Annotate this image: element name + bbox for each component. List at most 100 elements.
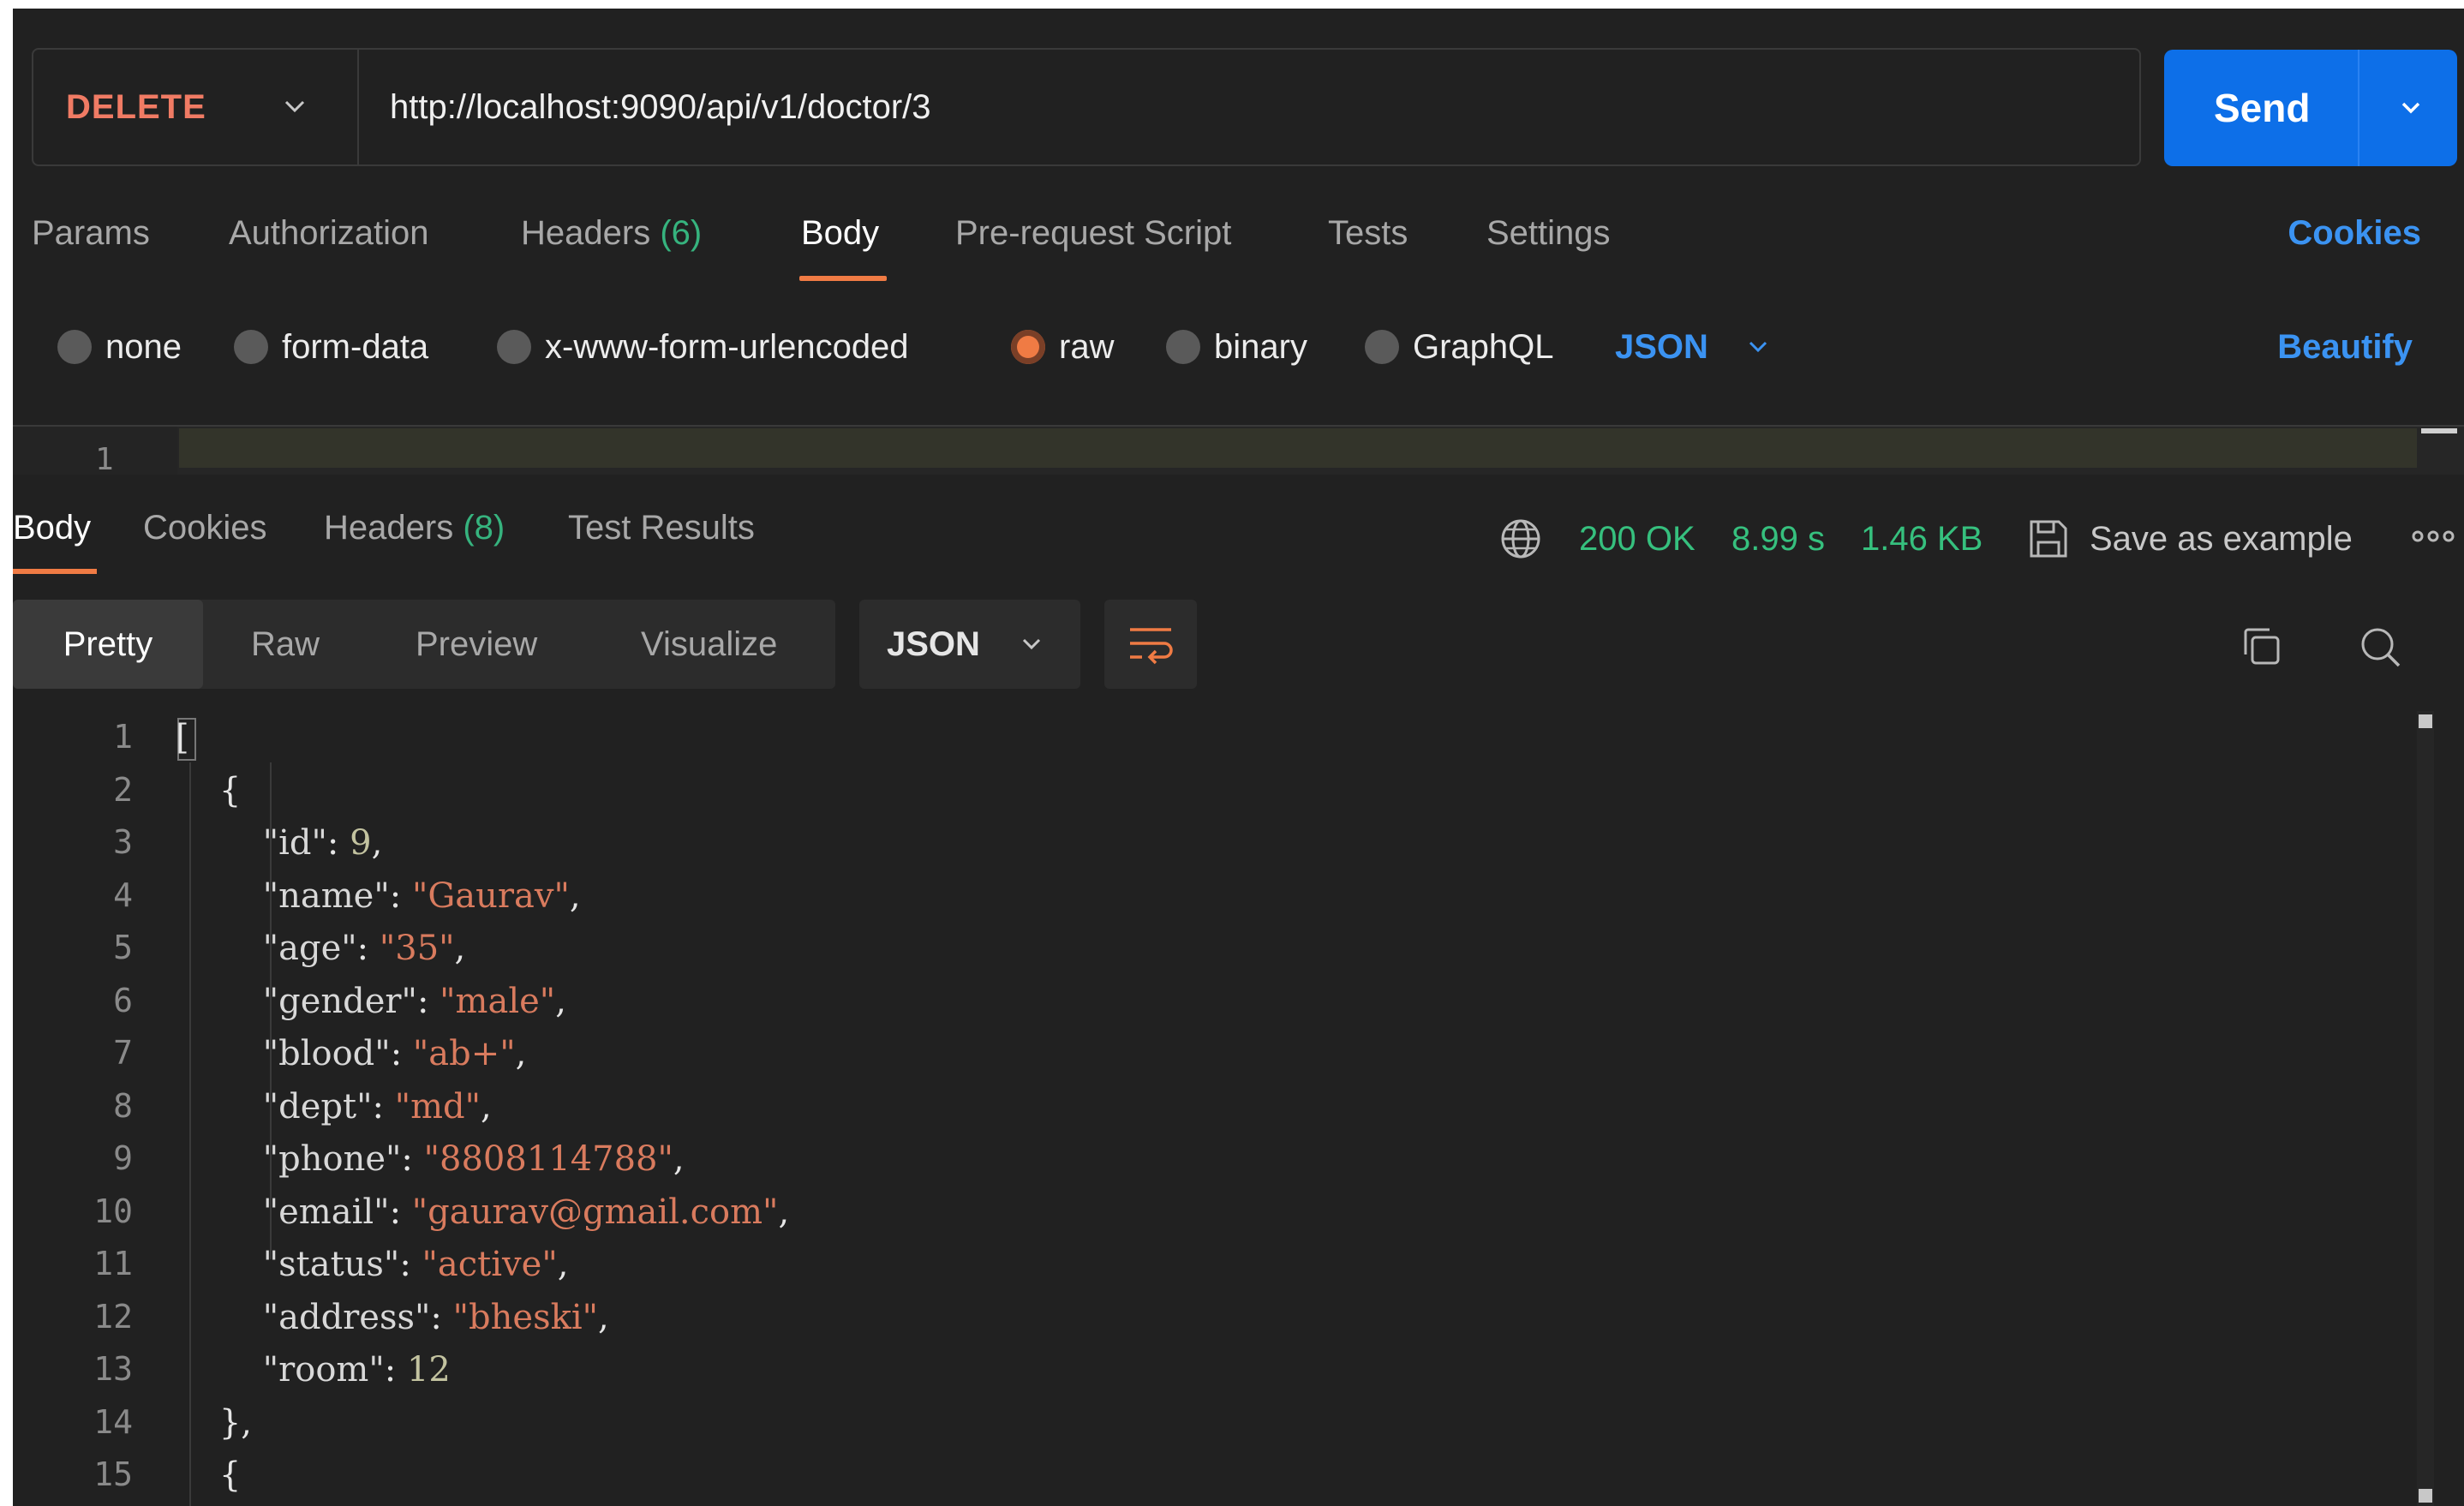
url-input[interactable]: http://localhost:9090/api/v1/doctor/3 [390, 50, 931, 164]
status-badge[interactable]: 200 OK [1579, 509, 1695, 569]
code-token: "age" [262, 929, 357, 968]
resp-headers-count: (8) [463, 509, 505, 547]
view-tab-raw[interactable]: Raw [251, 600, 320, 689]
resp-tab-cookies[interactable]: Cookies [143, 509, 267, 547]
code-token: : [372, 1086, 395, 1127]
code-token: }, [176, 1402, 253, 1443]
radio-binary[interactable]: binary [1166, 317, 1307, 377]
code-token: "phone" [262, 1139, 402, 1179]
tab-headers[interactable]: Headers (6) [521, 214, 702, 253]
code-token: "male" [440, 981, 556, 1021]
code-text: { [176, 771, 241, 810]
scroll-up-marker [2419, 714, 2432, 728]
radio-label: form-data [282, 327, 429, 366]
code-token: "dept" [262, 1086, 373, 1127]
more-options-icon[interactable] [2409, 519, 2457, 553]
active-tab-indicator [799, 276, 887, 281]
save-as-example-button[interactable]: Save as example [2026, 509, 2353, 569]
radio-urlencoded[interactable]: x-www-form-urlencoded [497, 317, 909, 377]
search-icon[interactable] [2357, 624, 2403, 670]
line-number: 10 [93, 1192, 133, 1230]
code-line: 14 }, [13, 1403, 2403, 1455]
line-number: 9 [113, 1139, 133, 1177]
resp-tab-test-results[interactable]: Test Results [568, 509, 755, 547]
response-time[interactable]: 8.99 s [1731, 509, 1825, 569]
code-token: "name" [262, 876, 390, 916]
tab-tests[interactable]: Tests [1328, 214, 1408, 253]
radio-raw[interactable]: raw [1011, 317, 1114, 377]
request-body-editor[interactable]: 1 [13, 425, 2464, 477]
response-view-tabs: Pretty Raw Preview Visualize [13, 600, 835, 689]
code-token: "35" [379, 929, 455, 968]
code-token: , [371, 823, 383, 863]
radio-label: none [105, 327, 182, 366]
code-token: : [416, 981, 440, 1021]
line-number: 1 [95, 442, 114, 477]
code-line: 8 "dept": "md", [13, 1087, 2403, 1139]
code-token: , [673, 1139, 685, 1179]
resp-tab-body[interactable]: Body [13, 509, 91, 547]
view-tab-preview[interactable]: Preview [416, 600, 537, 689]
response-scrollbar[interactable] [2417, 711, 2434, 1506]
radio-label: x-www-form-urlencoded [545, 327, 909, 366]
code-token: "active" [422, 1245, 558, 1284]
chevron-down-icon[interactable] [2394, 91, 2428, 125]
code-token: : [356, 929, 380, 968]
editor-scrollbar[interactable] [2421, 428, 2457, 433]
code-line: 13 "room": 12 [13, 1350, 2403, 1402]
active-line[interactable] [179, 428, 2417, 468]
body-type-radios: none form-data x-www-form-urlencoded raw… [13, 317, 2464, 377]
code-token: 9 [350, 823, 372, 863]
wrap-lines-button[interactable] [1104, 600, 1197, 689]
cookies-link[interactable]: Cookies [2288, 214, 2421, 253]
view-tab-pretty[interactable]: Pretty [13, 600, 203, 689]
code-token: "room" [262, 1350, 385, 1389]
beautify-link[interactable]: Beautify [2277, 317, 2413, 377]
radio-form-data[interactable]: form-data [234, 317, 428, 377]
code-token: "status" [262, 1245, 400, 1284]
code-line: 1[ [13, 718, 2403, 770]
code-text: "id": 9, [176, 823, 383, 863]
send-divider [2358, 50, 2359, 166]
code-text: "status": "active", [176, 1245, 569, 1284]
globe-icon-wrap[interactable] [1499, 509, 1542, 569]
tab-authorization[interactable]: Authorization [229, 214, 428, 253]
code-text: "age": "35", [176, 929, 466, 968]
code-token: "gender" [262, 981, 417, 1021]
tab-prerequest-script[interactable]: Pre-request Script [955, 214, 1231, 253]
code-line: 11 "status": "active", [13, 1245, 2403, 1297]
code-token: "gaurav@gmail.com" [411, 1192, 779, 1232]
code-line: 5 "age": "35", [13, 929, 2403, 981]
line-number: 1 [113, 718, 133, 756]
send-button[interactable]: Send [2164, 50, 2457, 166]
language-select[interactable]: JSON [1615, 317, 1773, 377]
view-tab-visualize[interactable]: Visualize [641, 600, 777, 689]
code-text: "phone": "8808114788", [176, 1139, 685, 1179]
line-number: 7 [113, 1034, 133, 1072]
method-select[interactable]: DELETE [33, 50, 359, 164]
tab-params[interactable]: Params [32, 214, 150, 253]
copy-icon[interactable] [2239, 624, 2285, 670]
radio-none[interactable]: none [57, 317, 182, 377]
response-body-code[interactable]: 1[2 {3 "id": 9, 4 "name": "Gaurav", 5 "age… [13, 711, 2403, 1506]
code-token: "id" [262, 823, 327, 863]
tab-body[interactable]: Body [801, 214, 879, 253]
code-token: "ab+" [412, 1034, 516, 1073]
code-text: "gender": "male", [176, 982, 566, 1021]
response-format-select[interactable]: JSON [859, 600, 1080, 689]
radio-label: raw [1059, 327, 1115, 366]
response-size[interactable]: 1.46 KB [1861, 509, 1983, 569]
resp-tab-headers[interactable]: Headers (8) [324, 509, 505, 547]
radio-graphql[interactable]: GraphQL [1365, 317, 1554, 377]
code-token: , [569, 876, 581, 916]
tab-settings[interactable]: Settings [1486, 214, 1611, 253]
code-text: "dept": "md", [176, 1087, 492, 1127]
chevron-down-icon [1022, 638, 1040, 650]
